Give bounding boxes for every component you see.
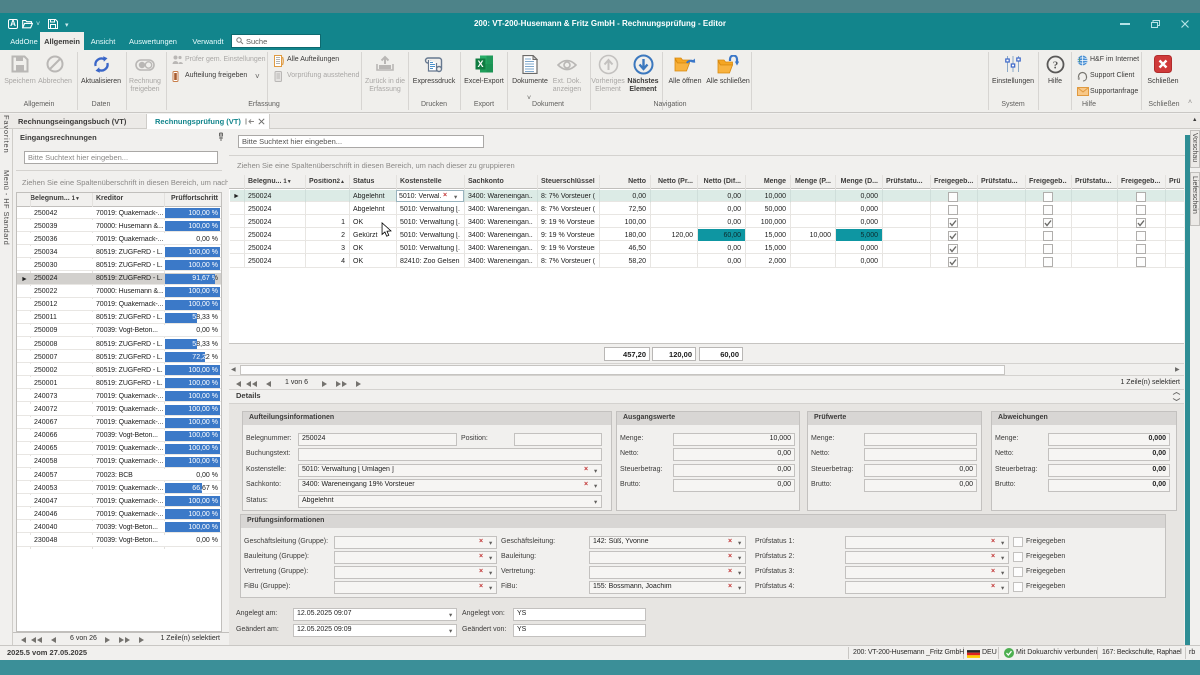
svg-text:?: ? — [1052, 60, 1058, 72]
svg-text:X: X — [477, 59, 483, 69]
